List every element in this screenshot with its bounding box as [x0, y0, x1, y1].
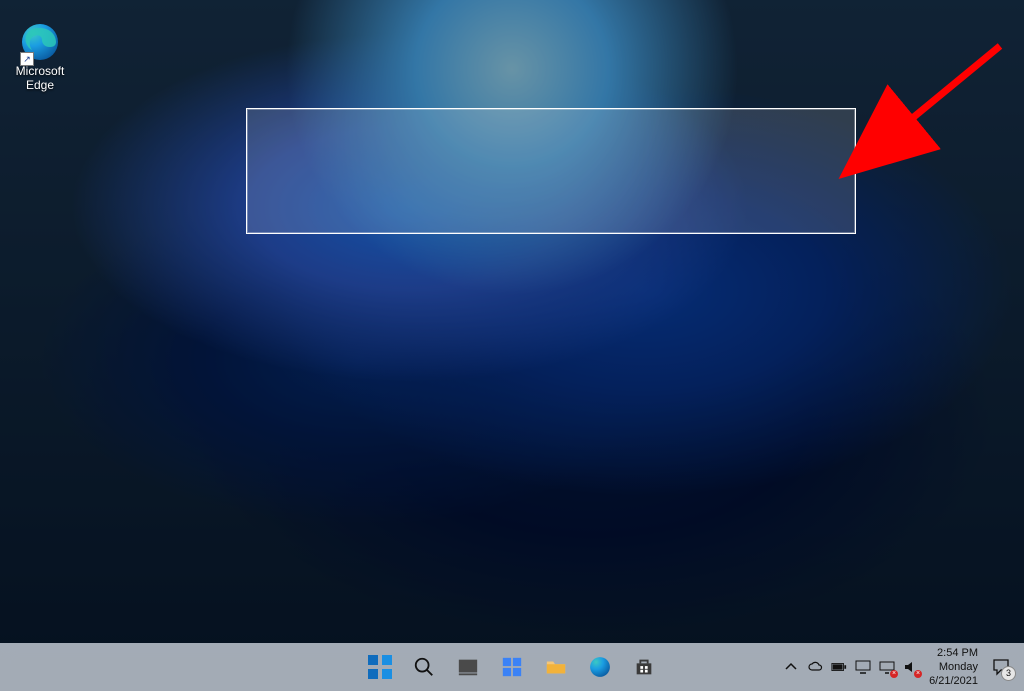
clock-day: Monday: [929, 660, 978, 674]
snip-selection-rectangle[interactable]: [246, 108, 856, 234]
taskbar-center-group: [360, 647, 664, 687]
volume-tray[interactable]: ×: [899, 647, 923, 687]
store-button[interactable]: [624, 647, 664, 687]
desktop-icon-label: Microsoft Edge: [2, 64, 78, 92]
system-tray: × × 2:54 PM Monday 6/21/2021 3: [779, 643, 1018, 691]
clock-date: 6/21/2021: [929, 674, 978, 688]
clock-time: 2:54 PM: [929, 646, 978, 660]
folder-icon: [545, 656, 567, 678]
desktop-icon-edge[interactable]: ↗ Microsoft Edge: [2, 22, 78, 92]
desktop-wallpaper[interactable]: [0, 0, 1024, 691]
start-button[interactable]: [360, 647, 400, 687]
display-connect-tray[interactable]: [851, 647, 875, 687]
task-view-button[interactable]: [448, 647, 488, 687]
shortcut-arrow-icon: ↗: [20, 52, 34, 66]
action-center-button[interactable]: 3: [984, 647, 1018, 687]
network-error-badge-icon: ×: [890, 670, 898, 678]
store-icon: [633, 656, 655, 678]
battery-tray[interactable]: [827, 647, 851, 687]
wallpaper-dim-overlay: [0, 0, 1024, 691]
search-icon: [413, 656, 435, 678]
taskbar: × × 2:54 PM Monday 6/21/2021 3: [0, 643, 1024, 691]
widgets-button[interactable]: [492, 647, 532, 687]
tray-overflow-button[interactable]: [779, 647, 803, 687]
windows-logo-icon: [368, 655, 392, 679]
edge-button[interactable]: [580, 647, 620, 687]
display-icon: [855, 659, 871, 675]
battery-icon: [831, 659, 847, 675]
search-button[interactable]: [404, 647, 444, 687]
file-explorer-button[interactable]: [536, 647, 576, 687]
notification-count-badge: 3: [1001, 666, 1016, 681]
widgets-icon: [501, 656, 523, 678]
volume-muted-badge-icon: ×: [914, 670, 922, 678]
onedrive-tray[interactable]: [803, 647, 827, 687]
cloud-icon: [807, 659, 823, 675]
taskbar-clock[interactable]: 2:54 PM Monday 6/21/2021: [923, 646, 984, 688]
network-tray[interactable]: ×: [875, 647, 899, 687]
edge-icon: [589, 656, 611, 678]
chevron-up-icon: [783, 659, 799, 675]
task-view-icon: [457, 656, 479, 678]
